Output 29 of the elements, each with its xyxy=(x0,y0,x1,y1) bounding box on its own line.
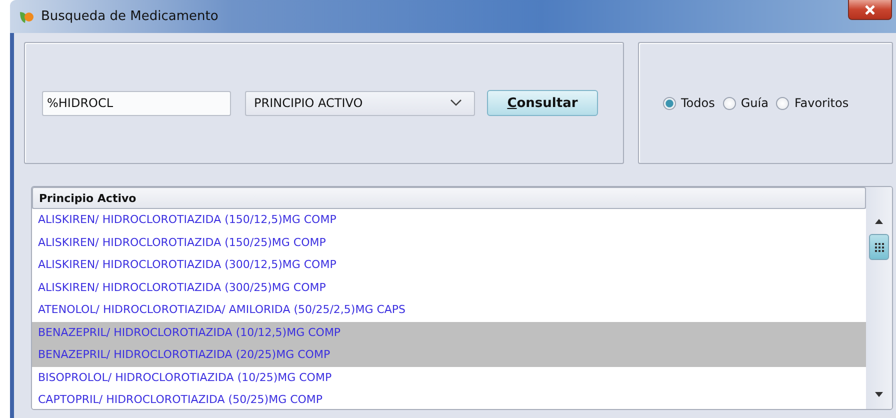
list-row[interactable]: BENAZEPRIL/ HIDROCLOROTIAZIDA (10/12,5)MG COMP xyxy=(32,322,866,344)
radio-label[interactable]: Todos xyxy=(681,96,715,110)
radio-button[interactable] xyxy=(776,96,790,110)
list-row[interactable]: ALISKIREN/ HIDROCLOROTIAZIDA (150/12,5)MG COMP xyxy=(32,209,866,232)
search-field[interactable]: %HIDROCL xyxy=(42,90,231,116)
scrollbar[interactable] xyxy=(866,187,892,409)
window-title: Busqueda de Medicamento xyxy=(41,9,218,24)
list-row[interactable]: BISOPROLOL/ HIDROCLOROTIAZIDA (10/25)MG COMP xyxy=(32,366,866,389)
radio-label[interactable]: Favoritos xyxy=(794,96,849,110)
filter-dropdown[interactable]: PRINCIPIO ACTIVO xyxy=(245,90,475,116)
radio-button[interactable] xyxy=(663,96,676,110)
scroll-thumb[interactable] xyxy=(869,234,889,260)
list-row[interactable]: CAPTOPRIL/ HIDROCLOROTIAZIDA (50/25)MG COMP xyxy=(32,389,866,409)
list-row[interactable]: BENAZEPRIL/ HIDROCLOROTIAZIDA (20/25)MG COMP xyxy=(32,344,866,366)
close-button[interactable] xyxy=(848,0,892,20)
list-row[interactable]: ALISKIREN/ HIDROCLOROTIAZIDA (300/25)MG COMP xyxy=(32,276,866,299)
dropdown-value: PRINCIPIO ACTIVO xyxy=(254,96,363,110)
grip-icon xyxy=(874,242,884,252)
list-row[interactable]: ALISKIREN/ HIDROCLOROTIAZIDA (300/12,5)MG COMP xyxy=(32,254,866,276)
query-button[interactable]: Consultar xyxy=(487,90,598,116)
column-header[interactable]: Principio Activo xyxy=(32,187,866,209)
chevron-down-icon[interactable] xyxy=(450,99,462,107)
radio-button[interactable] xyxy=(722,96,736,110)
radio-label[interactable]: Guía xyxy=(740,96,768,110)
scroll-up-icon[interactable] xyxy=(875,219,883,224)
list-row[interactable]: ALISKIREN/ HIDROCLOROTIAZIDA (150/25)MG COMP xyxy=(32,232,866,254)
list-row[interactable]: ATENOLOL/ HIDROCLOROTIAZIDA/ AMILORIDA (50/25/2,5)MG CAPS xyxy=(32,299,866,322)
scroll-down-icon[interactable] xyxy=(875,392,883,397)
close-icon[interactable] xyxy=(865,4,875,14)
